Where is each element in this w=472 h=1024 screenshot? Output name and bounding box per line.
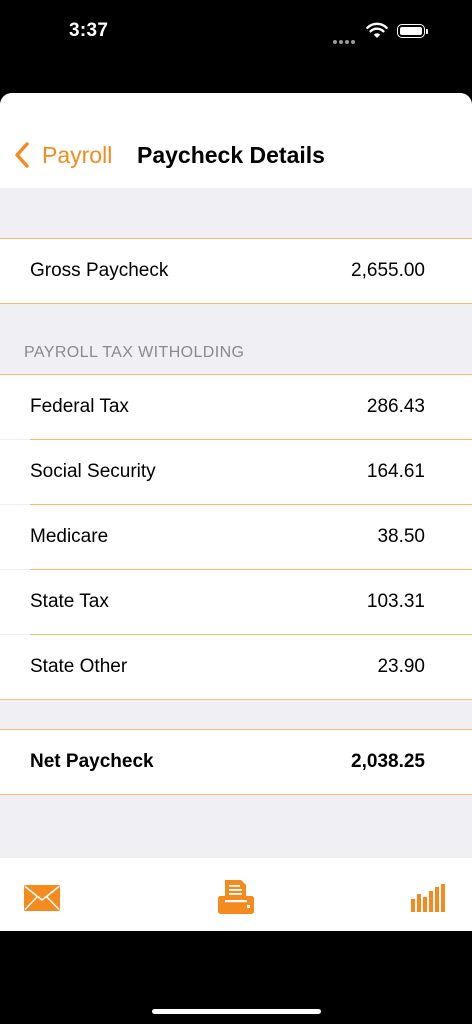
- row-value: 2,655.00: [351, 260, 425, 281]
- row-value: 164.61: [366, 461, 425, 482]
- divider: [0, 699, 472, 700]
- row-value: 2,038.25: [351, 751, 425, 772]
- row-label: Social Security: [30, 461, 156, 482]
- state-tax-row: State Tax 103.31: [0, 570, 472, 634]
- row-label: State Other: [30, 656, 128, 677]
- back-button[interactable]: Payroll: [12, 140, 112, 170]
- row-value: 23.90: [377, 656, 425, 677]
- cellular-signal-icon: [333, 31, 359, 44]
- envelope-icon[interactable]: [24, 885, 60, 911]
- paycheck-details-sheet: Payroll Paycheck Details Gross Paycheck …: [0, 93, 472, 931]
- net-paycheck-row: Net Paycheck 2,038.25: [0, 730, 472, 794]
- gross-paycheck-row: Gross Paycheck 2,655.00: [0, 239, 472, 303]
- social-security-row: Social Security 164.61: [0, 440, 472, 504]
- row-value: 38.50: [377, 526, 425, 547]
- row-label: Net Paycheck: [30, 751, 154, 772]
- status-time: 3:37: [69, 20, 109, 41]
- battery-icon: [397, 24, 428, 38]
- divider: [0, 303, 472, 304]
- medicare-row: Medicare 38.50: [0, 505, 472, 569]
- row-label: Federal Tax: [30, 396, 129, 417]
- page-title: Paycheck Details: [137, 142, 325, 168]
- wifi-icon: [366, 22, 388, 38]
- row-value: 286.43: [366, 396, 425, 417]
- section-header: PAYROLL TAX WITHOLDING: [24, 344, 245, 361]
- home-indicator[interactable]: [152, 1009, 321, 1014]
- back-label: Payroll: [42, 141, 113, 168]
- state-other-row: State Other 23.90: [0, 635, 472, 699]
- row-value: 103.31: [366, 591, 425, 612]
- row-label: Medicare: [30, 526, 109, 547]
- row-label: Gross Paycheck: [30, 260, 169, 281]
- row-label: State Tax: [30, 591, 109, 612]
- bar-chart-icon[interactable]: [410, 883, 446, 913]
- printer-icon[interactable]: [218, 880, 254, 914]
- chevron-left-icon: [15, 142, 29, 168]
- tab-bar: [0, 858, 472, 931]
- divider: [0, 794, 472, 795]
- federal-tax-row: Federal Tax 286.43: [0, 375, 472, 439]
- status-bar: 3:37: [0, 0, 472, 64]
- navigation-bar: Payroll Paycheck Details: [0, 93, 472, 188]
